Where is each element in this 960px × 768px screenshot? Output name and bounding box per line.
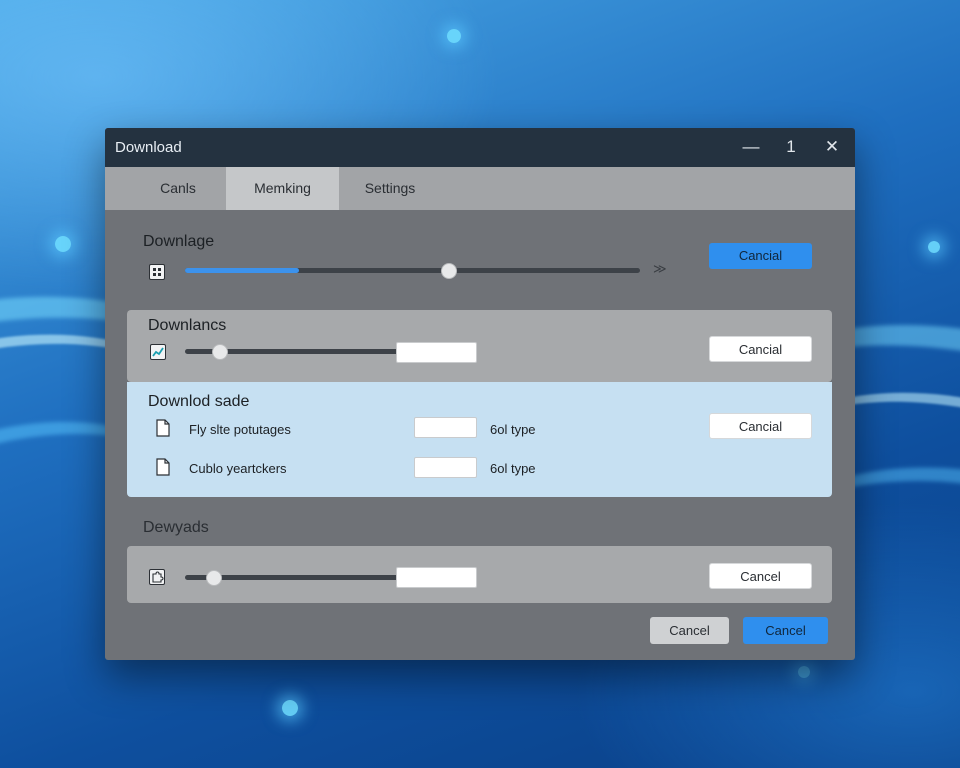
window-title: Download <box>115 139 182 156</box>
downlancs-input[interactable] <box>396 342 477 363</box>
maximize-button[interactable]: 1 <box>779 136 803 158</box>
section-title: Dewyads <box>143 519 209 536</box>
tab-bar: Canls Memking Settings <box>105 167 855 210</box>
section-title: Downlod sade <box>148 393 250 410</box>
document-icon <box>156 458 170 476</box>
section-title: Downlancs <box>148 317 227 334</box>
background-glow-dot <box>55 236 71 252</box>
minimize-button[interactable]: — <box>739 136 763 158</box>
progress-fill <box>185 268 299 273</box>
primary-cancel-button[interactable]: Cancel <box>743 617 828 644</box>
tab-settings[interactable]: Settings <box>345 167 435 210</box>
file-value-input[interactable] <box>414 457 477 478</box>
close-button[interactable]: ✕ <box>820 136 844 158</box>
cancel-button[interactable]: Cancial <box>709 413 812 439</box>
tab-canls[interactable]: Canls <box>135 167 221 210</box>
cancel-button[interactable]: Cancel <box>709 563 812 589</box>
section-title: Downlage <box>143 233 215 250</box>
background-glow-dot <box>798 666 810 678</box>
file-type: 6ol type <box>490 422 536 437</box>
background-glow-dot <box>928 241 940 253</box>
tab-memking[interactable]: Memking <box>226 167 339 210</box>
puzzle-icon <box>149 569 165 585</box>
dewyads-input[interactable] <box>396 567 477 588</box>
file-value-input[interactable] <box>414 417 477 438</box>
chart-icon <box>150 344 166 360</box>
cancel-button[interactable]: Cancial <box>709 243 812 269</box>
expand-glyph[interactable]: ≫ <box>653 261 667 277</box>
download-progress-slider[interactable] <box>185 268 640 273</box>
document-icon <box>156 419 170 437</box>
title-bar: Download — 1 ✕ <box>105 128 855 167</box>
download-dialog: Download — 1 ✕ Canls Memking Settings Do… <box>105 128 855 660</box>
file-name: Cublo yeartckers <box>189 461 287 476</box>
calculator-icon <box>149 264 165 280</box>
slider-thumb[interactable] <box>212 344 229 360</box>
background-glow-dot <box>447 29 461 43</box>
cancel-button[interactable]: Cancel <box>650 617 729 644</box>
background-glow-dot <box>282 700 298 716</box>
slider-thumb[interactable] <box>440 263 457 279</box>
file-type: 6ol type <box>490 461 536 476</box>
cancel-button[interactable]: Cancial <box>709 336 812 362</box>
file-name: Fly slte potutages <box>189 422 291 437</box>
